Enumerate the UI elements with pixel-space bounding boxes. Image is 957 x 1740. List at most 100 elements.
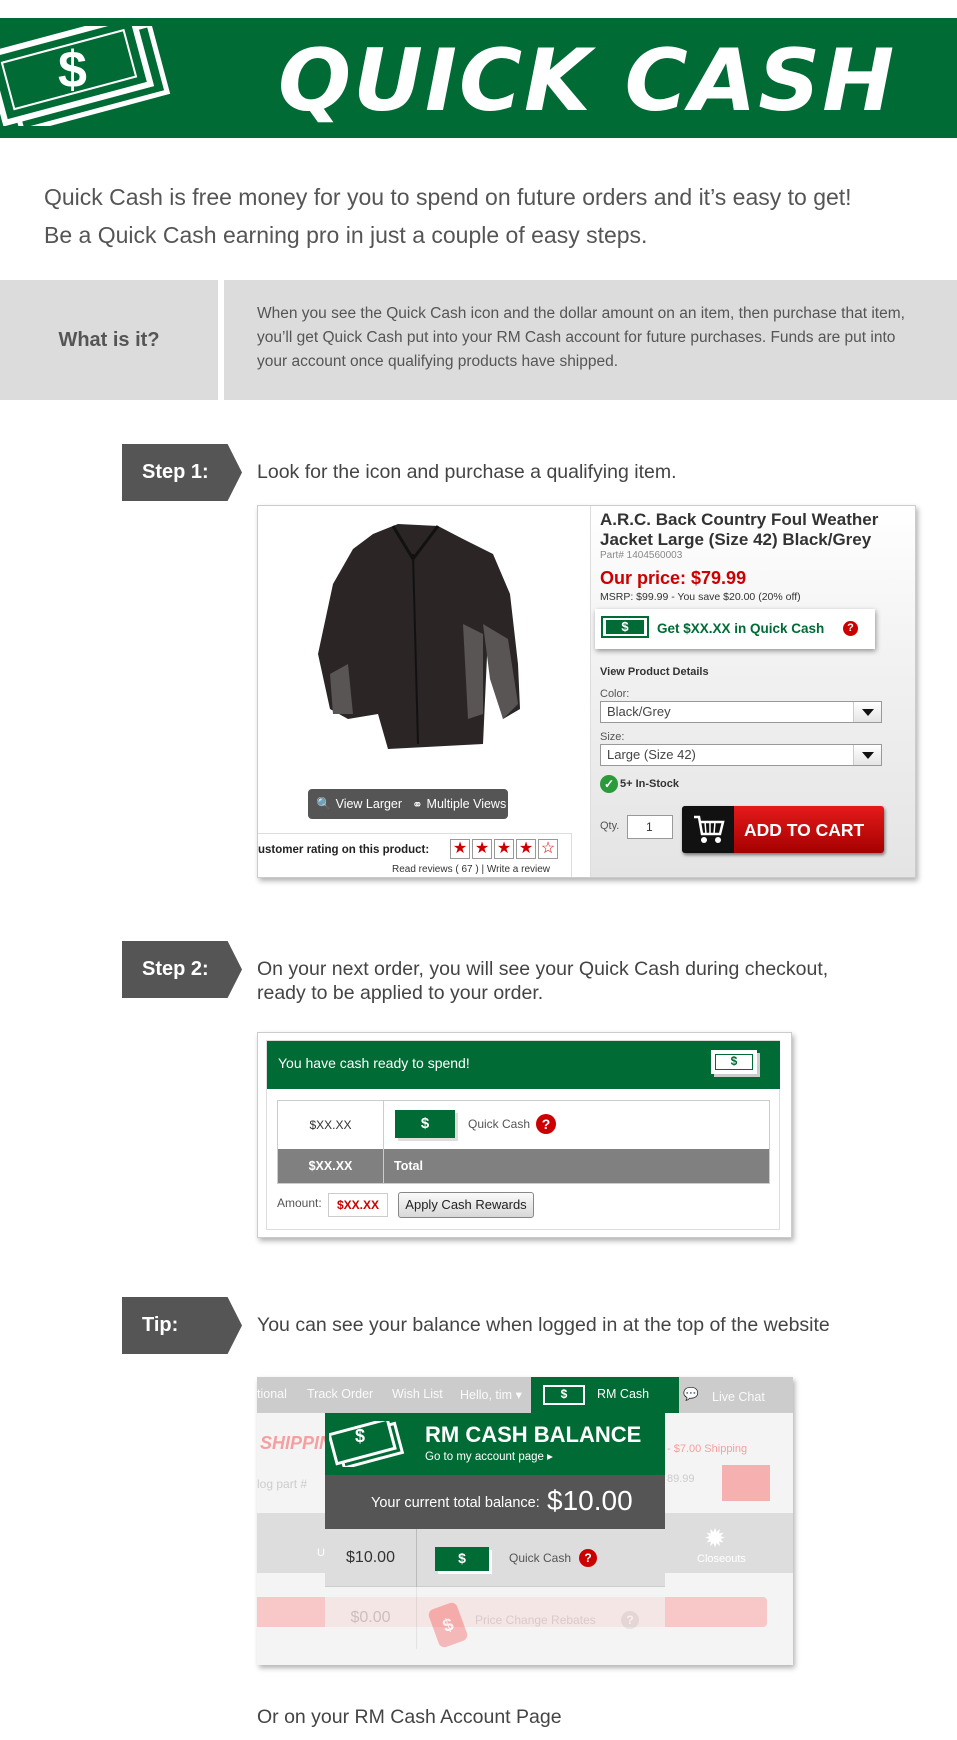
size-label: Size:	[600, 731, 625, 743]
banner-dollar-symbol: $	[58, 41, 87, 99]
quick-cash-offer: $ Get $XX.XX in Quick Cash ?	[595, 609, 875, 649]
dollar-bill-icon: $	[435, 1547, 489, 1571]
faded-shipping-right: - $7.00 Shipping	[667, 1443, 748, 1455]
star-icon: ★	[494, 839, 514, 859]
account-page-note: Or on your RM Cash Account Page	[257, 1706, 562, 1728]
nav-item-account[interactable]: Hello, tim ▾	[460, 1387, 522, 1402]
size-select-value: Large (Size 42)	[607, 747, 696, 762]
current-balance-row: Your current total balance: $10.00	[325, 1475, 665, 1529]
total-amount: $XX.XX	[278, 1149, 384, 1183]
dollar-bill-icon	[329, 1421, 405, 1467]
cart-icon	[682, 806, 734, 853]
chevron-down-icon[interactable]	[853, 702, 881, 722]
help-icon[interactable]: ?	[843, 621, 858, 636]
quick-cash-label: Quick Cash	[468, 1117, 531, 1131]
quick-cash-offer-text: Get $XX.XX in Quick Cash	[657, 621, 825, 636]
balance-header: $ RM CASH BALANCE Go to my account page …	[325, 1413, 665, 1475]
faded-cart-icon	[722, 1465, 770, 1501]
nav-item-track-order[interactable]: Track Order	[307, 1387, 373, 1401]
stock-text: 5+ In-Stock	[620, 778, 679, 790]
view-product-details-label: View Product Details	[600, 666, 709, 678]
quick-cash-amount: $XX.XX	[278, 1101, 384, 1149]
color-select[interactable]: Black/Grey	[600, 701, 882, 723]
site-top-nav: tional Track Order Wish List Hello, tim …	[257, 1377, 793, 1413]
nav-item-wish-list[interactable]: Wish List	[392, 1387, 443, 1401]
star-icon: ★	[472, 839, 492, 859]
current-balance-value: $10.00	[547, 1485, 633, 1516]
add-to-cart-button[interactable]: ADD TO CART	[682, 806, 884, 853]
chat-icon: 💬	[683, 1387, 699, 1401]
quick-cash-banner: $ QUICK CASH	[0, 18, 957, 138]
price-change-rebates-row: $0.00 $ Price Change Rebates ?	[325, 1587, 665, 1665]
dollar-bill-icon: $	[601, 616, 649, 638]
checkout-header: You have cash ready to spend! $	[267, 1041, 780, 1089]
rebates-amount: $0.00	[325, 1587, 417, 1649]
total-label: Total	[394, 1159, 423, 1173]
head-dollar-symbol: $	[355, 1426, 366, 1446]
chevron-down-icon[interactable]	[853, 745, 881, 765]
price-tag-icon: $	[427, 1601, 469, 1649]
cash-summary-table: $XX.XX $ Quick Cash ? $XX.XX Total	[277, 1100, 770, 1184]
step-2-text: On your next order, you will see your Qu…	[257, 957, 828, 1005]
stock-status: ✓ 5+ In-Stock	[600, 775, 679, 793]
star-icon: ★	[516, 839, 536, 859]
product-price: Our price: $79.99	[600, 568, 747, 588]
rm-cash-balance-panel: tional Track Order Wish List Hello, tim …	[257, 1377, 793, 1665]
what-is-it-label: What is it?	[0, 280, 218, 400]
amount-label: Amount:	[277, 1196, 322, 1210]
jacket-product-image[interactable]	[278, 514, 548, 759]
checkout-header-text: You have cash ready to spend!	[278, 1055, 470, 1071]
total-row: $XX.XX Total	[278, 1149, 769, 1183]
multiple-views-link[interactable]: Multiple Views	[427, 797, 507, 811]
faded-cart-total: 89.99	[667, 1473, 695, 1485]
banner-title: QUICK CASH	[278, 31, 897, 131]
rm-cash-tab-label: RM Cash	[597, 1387, 650, 1401]
balance-title: RM CASH BALANCE	[425, 1422, 642, 1447]
faded-shipping-banner: SHIPPIN	[260, 1433, 333, 1453]
dollar-bill-icon: $	[711, 1050, 757, 1074]
step-2-text-line-1: On your next order, you will see your Qu…	[257, 958, 829, 980]
half-star-icon: ☆	[538, 839, 558, 859]
multiple-views-icon: ⚭	[412, 797, 423, 812]
checkout-cash-panel: You have cash ready to spend! $ $XX.XX $…	[257, 1032, 792, 1238]
quick-cash-balance-amount: $10.00	[325, 1529, 417, 1587]
faded-closeouts-label: Closeouts	[697, 1553, 746, 1565]
rating-label: ustomer rating on this product:	[258, 844, 430, 856]
product-example-panel: 🔍 View Larger ⚭ Multiple Views ustomer r…	[257, 505, 916, 878]
step-1-tag: Step 1:	[122, 444, 242, 501]
nav-item[interactable]: tional	[257, 1387, 287, 1401]
live-chat-link[interactable]: Live Chat	[712, 1390, 765, 1404]
view-larger-link[interactable]: View Larger	[336, 797, 402, 811]
check-icon: ✓	[600, 775, 618, 793]
account-page-link[interactable]: Go to my account page ▸	[425, 1449, 553, 1463]
qty-label: Qty.	[600, 820, 620, 832]
add-to-cart-label: ADD TO CART	[744, 820, 865, 840]
faded-search-placeholder: log part #	[257, 1477, 308, 1491]
step-2-text-line-2: ready to be applied to your order.	[257, 982, 544, 1004]
tip-tag: Tip:	[122, 1297, 242, 1354]
dollar-bill-icon: $	[395, 1110, 455, 1138]
help-icon[interactable]: ?	[579, 1549, 597, 1567]
color-label: Color:	[600, 688, 630, 700]
dollar-bill-icon	[0, 26, 171, 126]
view-controls: 🔍 View Larger ⚭ Multiple Views	[308, 789, 508, 819]
rm-cash-tab[interactable]: $ RM Cash	[531, 1377, 679, 1413]
apply-cash-rewards-button[interactable]: Apply Cash Rewards	[398, 1192, 534, 1218]
part-number: Part# 1404560003	[600, 550, 683, 561]
current-balance-label: Your current total balance:	[371, 1495, 540, 1511]
what-is-it-description: When you see the Quick Cash icon and the…	[224, 280, 957, 400]
qty-input[interactable]: 1	[627, 815, 673, 839]
color-select-value: Black/Grey	[607, 704, 671, 719]
magnifier-icon: 🔍	[316, 796, 332, 811]
help-icon[interactable]: ?	[536, 1114, 556, 1134]
dollar-bill-icon: $	[543, 1385, 585, 1405]
reviews-links[interactable]: Read reviews ( 67 ) | Write a review	[392, 864, 550, 875]
amount-input[interactable]: $XX.XX	[328, 1193, 388, 1217]
rebates-label: Price Change Rebates	[475, 1613, 596, 1627]
size-select[interactable]: Large (Size 42)	[600, 744, 882, 766]
customer-rating: ustomer rating on this product: ★ ★ ★ ★ …	[258, 833, 572, 877]
star-icon: ★	[450, 839, 470, 859]
intro-text: Quick Cash is free money for you to spen…	[44, 178, 924, 254]
closeouts-icon: ✹	[704, 1523, 726, 1553]
help-icon[interactable]: ?	[621, 1611, 639, 1629]
